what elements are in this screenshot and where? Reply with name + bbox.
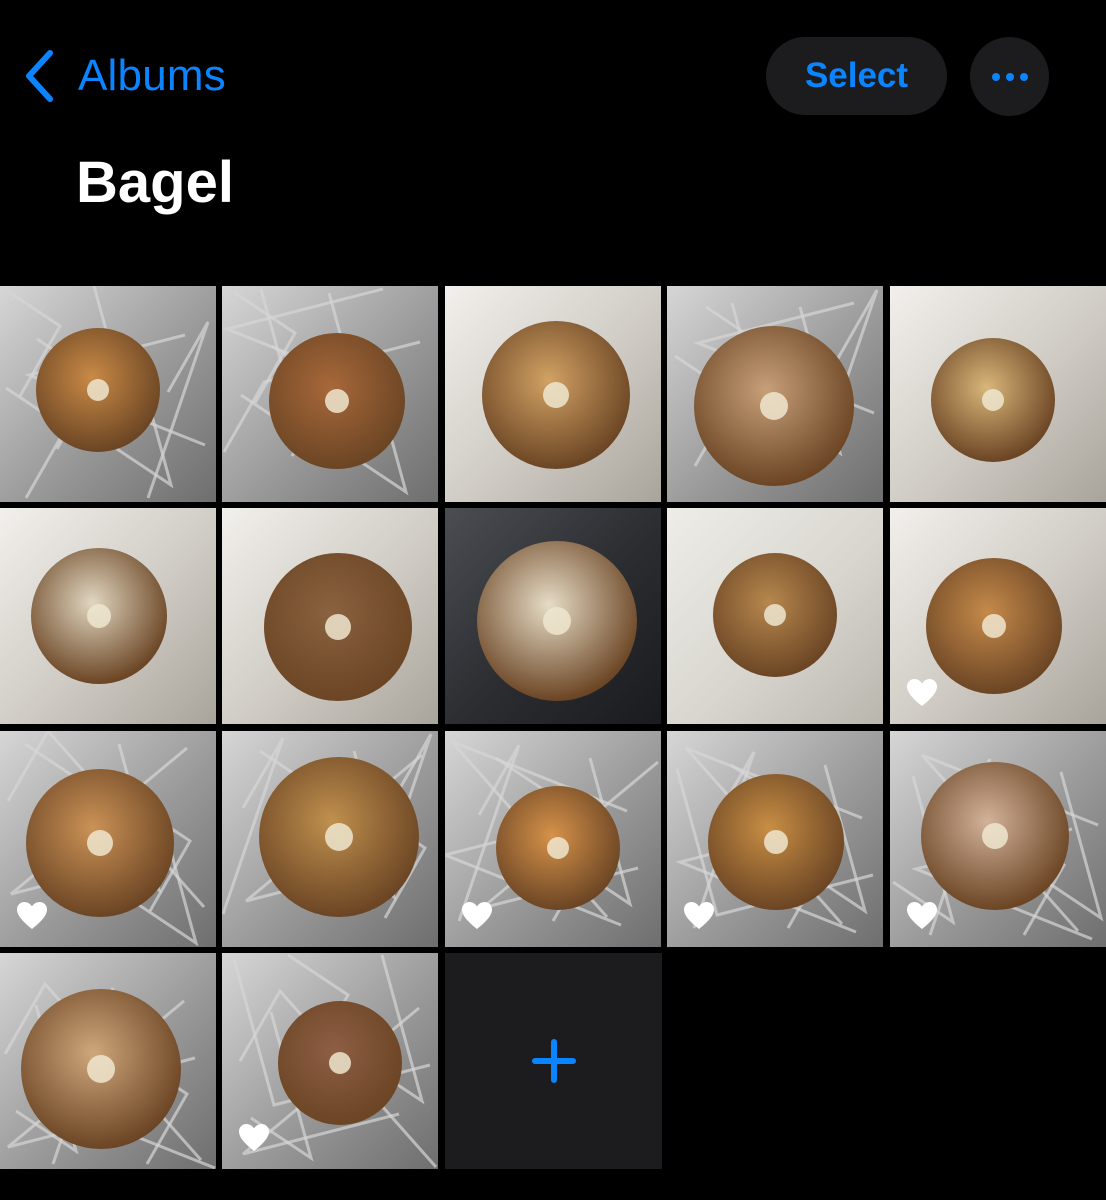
photo-thumbnail[interactable] (667, 508, 883, 724)
navigation-bar: Albums Select Bagel (0, 0, 1106, 215)
more-options-button[interactable] (970, 37, 1049, 116)
photo-thumbnail[interactable] (0, 286, 216, 502)
back-button[interactable]: Albums (22, 46, 226, 106)
album-title: Bagel (76, 150, 234, 215)
photo-thumbnail[interactable] (890, 731, 1106, 947)
photo-thumbnail[interactable] (890, 286, 1106, 502)
select-button[interactable]: Select (766, 37, 947, 115)
photo-thumbnail[interactable] (222, 508, 438, 724)
photo-thumbnail[interactable] (445, 286, 661, 502)
add-photos-button[interactable] (445, 953, 662, 1169)
photo-thumbnail[interactable] (445, 508, 661, 724)
ellipsis-icon (991, 72, 1000, 81)
photo-thumbnail[interactable] (890, 508, 1106, 724)
chevron-left-icon (26, 50, 53, 102)
photo-thumbnail[interactable] (222, 731, 438, 947)
ellipsis-dot (1005, 72, 1014, 81)
photo-thumbnail[interactable] (0, 508, 216, 724)
plus-icon (531, 1039, 576, 1083)
photo-thumbnail[interactable] (0, 731, 216, 947)
photo-thumbnail[interactable] (222, 953, 438, 1169)
back-label: Albums (78, 51, 226, 100)
photo-thumbnail[interactable] (0, 953, 216, 1169)
ellipsis-dot (1019, 72, 1028, 81)
photo-thumbnail[interactable] (222, 286, 438, 502)
photo-thumbnail[interactable] (445, 731, 661, 947)
photo-thumbnail[interactable] (667, 731, 883, 947)
photo-thumbnail[interactable] (667, 286, 883, 502)
